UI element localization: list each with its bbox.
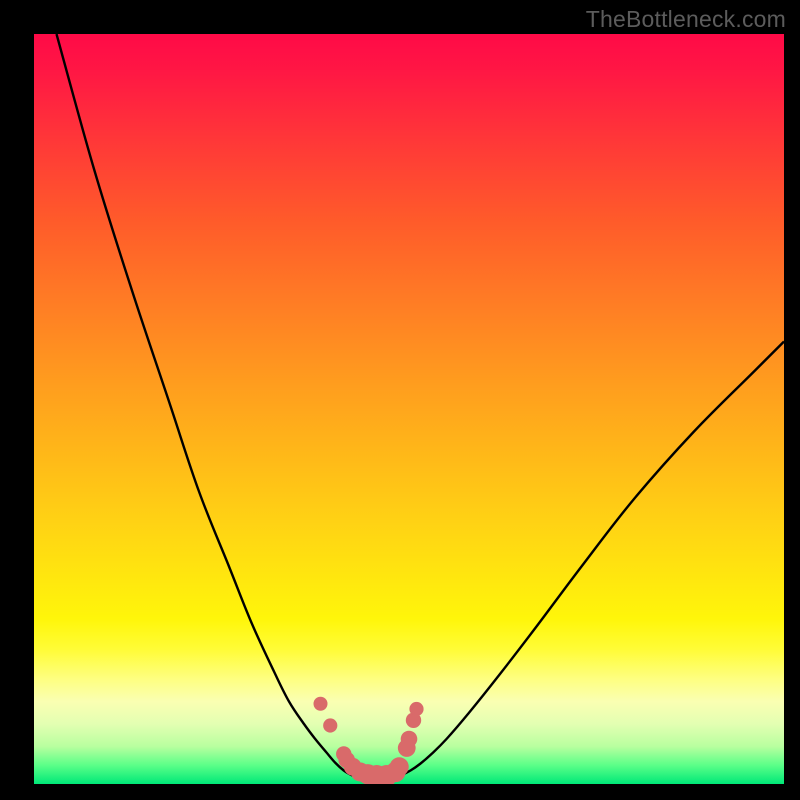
valley-floor-markers (314, 697, 424, 784)
chart-svg (34, 34, 784, 784)
curve-right (394, 342, 784, 778)
watermark-text: TheBottleneck.com (586, 6, 786, 33)
valley-marker (401, 731, 418, 748)
valley-marker (314, 697, 328, 711)
valley-marker (409, 702, 423, 716)
valley-marker (390, 757, 409, 776)
curve-left (57, 34, 357, 777)
valley-marker (323, 718, 337, 732)
bottleneck-curve (57, 34, 785, 777)
chart-frame: TheBottleneck.com (0, 0, 800, 800)
plot-area (34, 34, 784, 784)
